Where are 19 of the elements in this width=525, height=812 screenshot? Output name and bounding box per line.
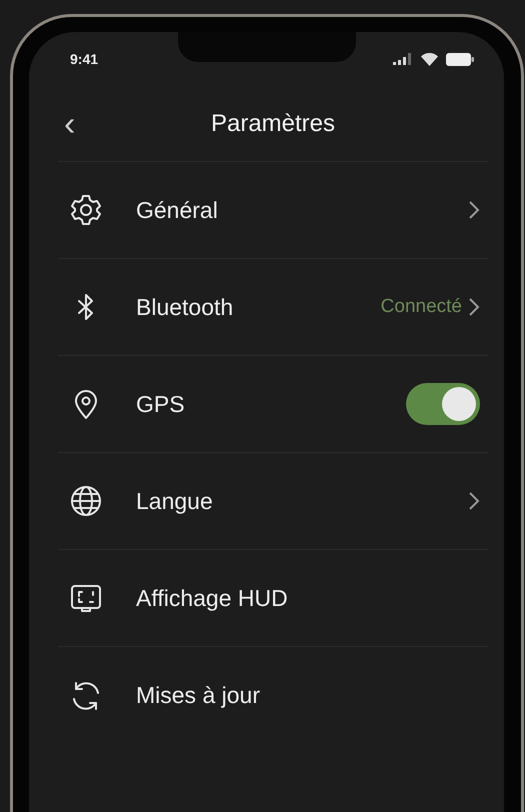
globe-icon xyxy=(69,484,103,518)
setting-label: Affichage HUD xyxy=(136,584,288,613)
setting-label: Langue xyxy=(136,486,213,516)
gear-icon xyxy=(69,193,103,227)
signal-icon xyxy=(393,53,413,65)
chevron-right-icon[interactable] xyxy=(468,201,480,219)
back-button[interactable]: ‹ xyxy=(58,106,82,140)
chevron-right-icon[interactable] xyxy=(468,298,480,316)
wifi-icon xyxy=(421,52,438,66)
status-value: Connecté xyxy=(380,294,462,319)
page-title: Paramètres xyxy=(210,108,336,138)
battery-icon xyxy=(446,52,474,66)
chevron-right-icon[interactable] xyxy=(468,492,480,510)
setting-label: Général xyxy=(136,196,218,225)
setting-label: Bluetooth xyxy=(136,292,234,322)
setting-label: Mises à jour xyxy=(136,681,260,710)
toggle-switch[interactable] xyxy=(406,383,480,425)
setting-label: GPS xyxy=(136,390,185,419)
status-time: 9:41 xyxy=(70,50,98,68)
